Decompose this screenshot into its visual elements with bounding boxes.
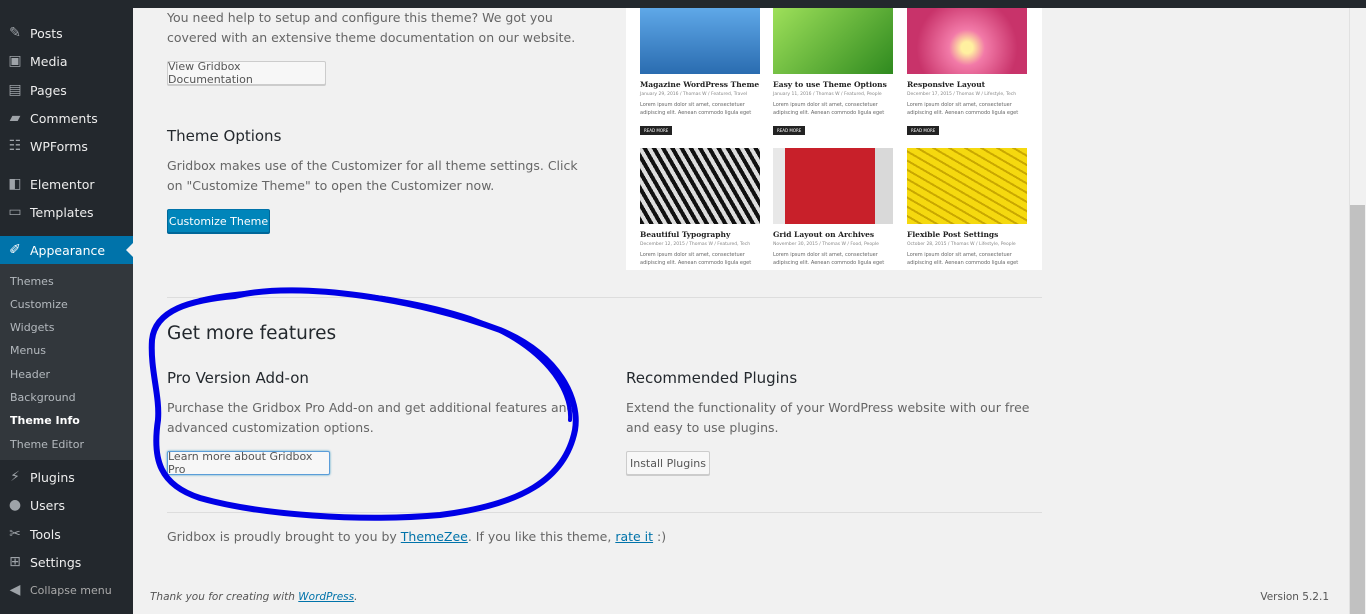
wordpress-version: Version 5.2.1 — [1260, 591, 1329, 603]
media-icon: ▣ — [8, 53, 22, 69]
preview-card-excerpt: Lorem ipsum dolor sit amet, consectetuer… — [907, 102, 1019, 116]
submenu-customize[interactable]: Customize — [10, 298, 68, 311]
preview-card-excerpt: Lorem ipsum dolor sit amet, consectetuer… — [773, 102, 885, 116]
submenu-background[interactable]: Background — [10, 391, 76, 404]
wordpress-link[interactable]: WordPress — [298, 591, 354, 603]
preview-card-meta: January 11, 2016 / Thomas W / Featured, … — [773, 92, 882, 97]
preview-card-excerpt: Lorem ipsum dolor sit amet, consectetuer… — [907, 252, 1019, 266]
pages-icon: ▤ — [8, 82, 22, 98]
scrollbar-track[interactable] — [1349, 8, 1366, 614]
customize-theme-button[interactable]: Customize Theme — [167, 209, 270, 233]
sidebar-item-posts[interactable]: ✎ Posts — [0, 19, 133, 47]
brush-icon: ✐ — [9, 242, 21, 258]
preview-card-title: Magazine WordPress Theme — [640, 80, 760, 89]
preview-card-meta: October 28, 2015 / Thomas W / Lifestyle,… — [907, 242, 1016, 247]
footer-thanks: Thank you for creating with WordPress. — [150, 591, 358, 603]
view-documentation-button[interactable]: View Gridbox Documentation — [167, 60, 326, 86]
read-more-button: READ MORE — [773, 126, 806, 135]
preview-card-excerpt: Lorem ipsum dolor sit amet, consectetuer… — [640, 102, 752, 116]
sidebar-item-plugins[interactable]: ⚡ Plugins — [0, 463, 133, 491]
bananas-image — [907, 148, 1027, 224]
sidebar-item-tools[interactable]: ✂ Tools — [0, 520, 133, 548]
section-divider — [167, 512, 1042, 513]
sidebar-item-elementor[interactable]: ◧ Elementor — [0, 170, 133, 198]
sidebar-item-wpforms[interactable]: ☷ WPForms — [0, 132, 133, 160]
read-more-button: READ MORE — [640, 126, 673, 135]
forms-icon: ☷ — [8, 138, 22, 154]
section-divider — [167, 297, 1042, 298]
read-more-button: READ MORE — [907, 126, 940, 135]
wrench-icon: ✂ — [9, 526, 21, 542]
docs-text: You need help to setup and configure thi… — [167, 10, 576, 45]
theme-preview-screenshot: Magazine WordPress Theme January 29, 201… — [626, 8, 1042, 270]
recommended-plugins-text: Extend the functionality of your WordPre… — [626, 400, 1030, 435]
preview-card: Easy to use Theme Options January 11, 20… — [773, 8, 893, 136]
sidebar-item-users[interactable]: ● Users — [0, 491, 133, 519]
preview-card: Beautiful Typography December 12, 2015 /… — [640, 148, 760, 267]
preview-card-excerpt: Lorem ipsum dolor sit amet, consectetuer… — [773, 252, 885, 266]
appearance-submenu: Themes Customize Widgets Menus Header Ba… — [0, 264, 133, 460]
sidebar-item-settings[interactable]: ⊞ Settings — [0, 548, 133, 576]
admin-sidebar: ✎ Posts ▣ Media ▤ Pages ▰ Comments ☷ WPForms … — [0, 0, 133, 614]
preview-card-title: Responsive Layout — [907, 80, 986, 89]
zebras-image — [640, 148, 760, 224]
preview-card: Magazine WordPress Theme January 29, 201… — [640, 8, 760, 136]
collapse-icon: ◀ — [9, 582, 21, 598]
comment-icon: ▰ — [9, 110, 21, 126]
learn-more-pro-button[interactable]: Learn more about Gridbox Pro — [167, 450, 330, 476]
preview-card: Responsive Layout December 17, 2015 / Th… — [907, 8, 1027, 136]
submenu-header[interactable]: Header — [10, 368, 50, 381]
submenu-theme-info[interactable]: Theme Info — [10, 414, 80, 427]
preview-card-meta: December 12, 2015 / Thomas W / Featured,… — [640, 242, 751, 247]
admin-bar — [0, 0, 1366, 8]
submenu-themes[interactable]: Themes — [10, 275, 54, 288]
sidebar-item-templates[interactable]: ▭ Templates — [0, 198, 133, 226]
pro-addon-title: Pro Version Add-on — [167, 369, 309, 387]
teddy-bear-image — [640, 8, 760, 74]
themezee-link[interactable]: ThemeZee — [401, 529, 468, 544]
submenu-widgets[interactable]: Widgets — [10, 321, 54, 334]
green-leaf-image — [773, 8, 893, 74]
preview-card-meta: November 30, 2015 / Thomas W / Food, Peo… — [773, 242, 879, 247]
plug-icon: ⚡ — [10, 469, 20, 485]
pro-addon-text: Purchase the Gridbox Pro Add-on and get … — [167, 400, 575, 435]
preview-card: Grid Layout on Archives November 30, 201… — [773, 148, 893, 267]
sidebar-item-appearance[interactable]: ✐ Appearance — [0, 236, 133, 264]
preview-card-title: Grid Layout on Archives — [773, 230, 875, 239]
elementor-icon: ◧ — [8, 176, 22, 192]
theme-options-title: Theme Options — [167, 127, 282, 145]
sidebar-item-pages[interactable]: ▤ Pages — [0, 76, 133, 104]
preview-card-title: Easy to use Theme Options — [773, 80, 887, 89]
user-icon: ● — [8, 497, 22, 513]
submenu-menus[interactable]: Menus — [10, 344, 46, 357]
pin-icon: ✎ — [9, 25, 21, 41]
pink-flower-image — [907, 8, 1027, 74]
preview-card-excerpt: Lorem ipsum dolor sit amet, consectetuer… — [640, 252, 752, 266]
scrollbar-thumb[interactable] — [1350, 205, 1365, 614]
credits-text: Gridbox is proudly brought to you by The… — [167, 529, 667, 544]
folder-icon: ▭ — [8, 204, 22, 220]
telephone-box-image — [773, 148, 893, 224]
preview-card-meta: January 29, 2016 / Thomas W / Featured, … — [640, 92, 748, 97]
preview-card-title: Flexible Post Settings — [907, 230, 999, 239]
rate-it-link[interactable]: rate it — [615, 529, 653, 544]
install-plugins-button[interactable]: Install Plugins — [626, 451, 710, 475]
preview-card-title: Beautiful Typography — [640, 230, 731, 239]
theme-options-text: Gridbox makes use of the Customizer for … — [167, 158, 578, 193]
preview-card: Flexible Post Settings October 28, 2015 … — [907, 148, 1027, 267]
sidebar-item-media[interactable]: ▣ Media — [0, 47, 133, 75]
settings-icon: ⊞ — [9, 554, 21, 570]
sidebar-item-comments[interactable]: ▰ Comments — [0, 104, 133, 132]
collapse-menu-button[interactable]: ◀ Collapse menu — [0, 576, 133, 604]
submenu-theme-editor[interactable]: Theme Editor — [10, 438, 84, 451]
preview-card-meta: December 17, 2015 / Thomas W / Lifestyle… — [907, 92, 1017, 97]
features-title: Get more features — [167, 323, 337, 344]
recommended-plugins-title: Recommended Plugins — [626, 369, 798, 387]
